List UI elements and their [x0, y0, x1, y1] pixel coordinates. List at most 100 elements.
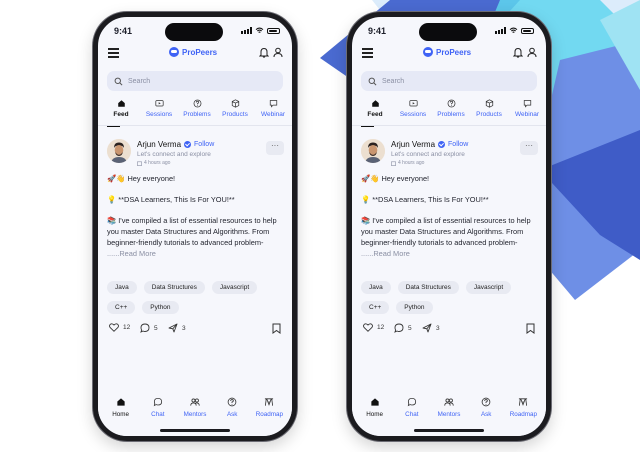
- tag-chip[interactable]: C++: [361, 301, 390, 314]
- comment-button[interactable]: 5: [140, 323, 158, 333]
- post-text-line: 🚀👋 Hey everyone!: [361, 174, 430, 183]
- bookmark-icon[interactable]: [526, 323, 535, 334]
- phone-left: 9:41 ProPeers Search Feed Sessions Problem…: [93, 12, 297, 441]
- follow-button[interactable]: Follow: [194, 141, 214, 148]
- search-bar[interactable]: Search: [361, 71, 537, 91]
- more-options-button[interactable]: ···: [266, 141, 284, 155]
- nav-item-home[interactable]: Home: [102, 397, 139, 418]
- more-options-button[interactable]: ···: [520, 141, 538, 155]
- tag-chip[interactable]: Javascript: [211, 281, 258, 294]
- tab-problems[interactable]: Problems: [178, 99, 216, 125]
- nav-label: Ask: [480, 411, 492, 418]
- menu-icon[interactable]: [362, 48, 373, 58]
- avatar[interactable]: [361, 139, 385, 163]
- comment-count: 5: [408, 324, 412, 332]
- follow-button[interactable]: Follow: [448, 141, 468, 148]
- tab-feed[interactable]: Feed: [102, 99, 140, 125]
- like-button[interactable]: 12: [363, 323, 384, 332]
- battery-icon: [267, 27, 280, 34]
- post-time-text: 4 hours ago: [144, 160, 171, 166]
- brand-logo: ProPeers: [169, 47, 217, 57]
- nav-label: Home: [112, 411, 129, 418]
- tab-label: Webinar: [514, 111, 540, 118]
- user-icon[interactable]: [273, 47, 283, 58]
- bell-icon[interactable]: [513, 47, 523, 58]
- nav-item-roadmap[interactable]: Roadmap: [251, 397, 288, 418]
- heart-icon: [109, 323, 119, 332]
- tag-chip[interactable]: Python: [142, 301, 179, 314]
- tab-label: Feed: [113, 111, 129, 118]
- tab-webinar[interactable]: Webinar: [508, 99, 546, 125]
- share-count: 3: [436, 324, 440, 332]
- question-icon: [193, 99, 201, 108]
- like-button[interactable]: 12: [109, 323, 130, 332]
- nav-label: Mentors: [183, 411, 207, 418]
- search-bar[interactable]: Search: [107, 71, 283, 91]
- nav-label: Chat: [151, 411, 165, 418]
- tab-feed[interactable]: Feed: [356, 99, 394, 125]
- avatar[interactable]: [107, 139, 131, 163]
- verified-icon: [438, 141, 446, 148]
- author-tagline: Let's connect and explore: [391, 151, 465, 158]
- calendar-icon: [137, 161, 142, 166]
- read-more-link[interactable]: Read More: [119, 249, 156, 258]
- share-button[interactable]: 3: [422, 323, 440, 333]
- nav-item-chat[interactable]: Chat: [393, 397, 430, 418]
- nav-label: Roadmap: [509, 411, 538, 418]
- menu-icon[interactable]: [108, 48, 119, 58]
- tab-sessions[interactable]: Sessions: [394, 99, 432, 125]
- comment-icon: [140, 323, 150, 333]
- cube-icon: [231, 99, 239, 108]
- author-name[interactable]: Arjun Verma: [137, 140, 181, 149]
- bell-icon[interactable]: [259, 47, 269, 58]
- post-text-line: 💡 **DSA Learners, This Is For YOU!**: [107, 195, 235, 204]
- tab-label: Sessions: [399, 111, 427, 118]
- nav-item-mentors[interactable]: Mentors: [176, 397, 213, 418]
- question-icon: [481, 397, 491, 407]
- tag-list: Java Data Structures Javascript C++ Python: [107, 281, 286, 314]
- post-time: 4 hours ago: [391, 160, 424, 166]
- search-input[interactable]: Search: [128, 78, 150, 85]
- brand-name: ProPeers: [182, 47, 218, 57]
- dynamic-island: [165, 23, 223, 41]
- tab-products[interactable]: Products: [216, 99, 254, 125]
- tag-chip[interactable]: Data Structures: [397, 281, 459, 294]
- question-icon: [227, 397, 237, 407]
- nav-item-chat[interactable]: Chat: [139, 397, 176, 418]
- tab-problems[interactable]: Problems: [432, 99, 470, 125]
- tag-chip[interactable]: C++: [107, 301, 136, 314]
- tab-label: Webinar: [260, 111, 286, 118]
- tag-chip[interactable]: Javascript: [465, 281, 512, 294]
- comment-button[interactable]: 5: [394, 323, 412, 333]
- mentors-icon: [190, 398, 200, 406]
- brand-name: ProPeers: [436, 47, 472, 57]
- nav-item-ask[interactable]: Ask: [214, 397, 251, 418]
- mentors-icon: [444, 398, 454, 406]
- share-button[interactable]: 3: [168, 323, 186, 333]
- nav-item-roadmap[interactable]: Roadmap: [505, 397, 542, 418]
- phone-right: 9:41 ProPeers Search Feed Sessions Problem…: [347, 12, 551, 441]
- heart-icon: [363, 323, 373, 332]
- tab-webinar[interactable]: Webinar: [254, 99, 292, 125]
- user-icon[interactable]: [527, 47, 537, 58]
- roadmap-icon: [519, 398, 528, 406]
- tab-products[interactable]: Products: [470, 99, 508, 125]
- search-input[interactable]: Search: [382, 78, 404, 85]
- tab-sessions[interactable]: Sessions: [140, 99, 178, 125]
- nav-item-home[interactable]: Home: [356, 397, 393, 418]
- read-more-link[interactable]: Read More: [373, 249, 410, 258]
- status-bar: 9:41: [352, 17, 546, 47]
- tag-chip[interactable]: Java: [361, 281, 391, 294]
- nav-item-ask[interactable]: Ask: [468, 397, 505, 418]
- status-time: 9:41: [368, 26, 387, 36]
- post-card: Arjun Verma Follow Let's connect and exp…: [352, 133, 546, 334]
- tag-chip[interactable]: Python: [396, 301, 433, 314]
- nav-item-mentors[interactable]: Mentors: [430, 397, 467, 418]
- nav-label: Home: [366, 411, 383, 418]
- tag-chip[interactable]: Java: [107, 281, 137, 294]
- tag-chip[interactable]: Data Structures: [143, 281, 205, 294]
- category-tabs: Feed Sessions Problems Products Webinar: [356, 99, 546, 127]
- author-name[interactable]: Arjun Verma: [391, 140, 435, 149]
- bookmark-icon[interactable]: [272, 323, 281, 334]
